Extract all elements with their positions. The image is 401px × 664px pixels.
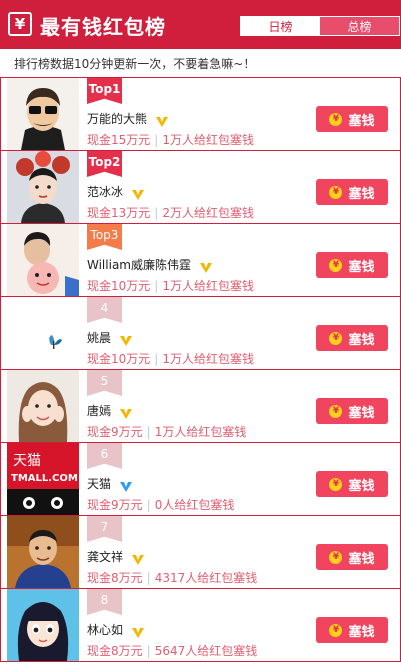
list-item: 天猫 TMALL.COM 6 天猫 现金9万元 | 0人给红包塞钱 ¥ 塞钱: [0, 443, 401, 516]
avatar-linxinru[interactable]: [7, 589, 79, 661]
divider: |: [154, 279, 159, 293]
rank-badge: Top2: [87, 151, 122, 177]
button-label: 塞钱: [348, 405, 375, 421]
yen-logo-icon: ¥: [8, 12, 32, 36]
cash-amount: 现金13万元: [87, 206, 151, 220]
list-item: 4 姚晨 现金10万元 | 1万人给红包塞钱 ¥ 塞钱: [0, 297, 401, 370]
user-name[interactable]: 万能的大熊: [87, 110, 147, 127]
cash-amount: 现金9万元: [87, 425, 143, 439]
button-label: 塞钱: [348, 332, 375, 348]
yen-coin-icon: ¥: [329, 404, 343, 418]
divider: |: [154, 352, 159, 366]
user-name[interactable]: 天猫: [87, 475, 111, 492]
divider: |: [146, 425, 151, 439]
add-money-button[interactable]: ¥ 塞钱: [316, 252, 388, 278]
user-name[interactable]: William威廉陈伟霆: [87, 256, 191, 273]
donor-count: 1万人给红包塞钱: [162, 352, 254, 366]
tmall-logo-en: TMALL.COM: [11, 473, 78, 484]
verified-v-icon: [119, 405, 133, 419]
list-item: Top2 范冰冰 现金13万元 | 2万人给红包塞钱 ¥ 塞钱: [0, 151, 401, 224]
cash-amount: 现金10万元: [87, 279, 151, 293]
yen-coin-icon: ¥: [329, 331, 343, 345]
list-item: 7 龚文祥 现金8万元 | 4317人给红包塞钱 ¥ 塞钱: [0, 516, 401, 589]
yen-coin-icon: ¥: [329, 112, 343, 126]
rank-badge: Top1: [87, 78, 122, 104]
add-money-button[interactable]: ¥ 塞钱: [316, 325, 388, 351]
list-item: 5 唐嫣 现金9万元 | 1万人给红包塞钱 ¥ 塞钱: [0, 370, 401, 443]
add-money-button[interactable]: ¥ 塞钱: [316, 617, 388, 643]
verified-v-icon: [131, 186, 145, 200]
add-money-button[interactable]: ¥ 塞钱: [316, 544, 388, 570]
divider: |: [146, 571, 151, 585]
divider: |: [154, 133, 159, 147]
donor-count: 4317人给红包塞钱: [154, 571, 258, 585]
button-label: 塞钱: [348, 259, 375, 275]
user-name[interactable]: 范冰冰: [87, 183, 123, 200]
button-label: 塞钱: [348, 113, 375, 129]
update-notice: 排行榜数据10分钟更新一次，不要着急嘛~！: [0, 48, 401, 78]
cash-amount: 现金8万元: [87, 644, 143, 658]
user-name[interactable]: 龚文祥: [87, 548, 123, 565]
page-title: 最有钱红包榜: [40, 15, 166, 39]
button-label: 塞钱: [348, 478, 375, 494]
donor-count: 1万人给红包塞钱: [154, 425, 247, 439]
yen-coin-icon: ¥: [329, 477, 343, 491]
ranking-tabs: 日榜 总榜: [240, 16, 400, 36]
tab-total[interactable]: 总榜: [320, 17, 399, 35]
cash-amount: 现金9万元: [87, 498, 143, 512]
avatar-yaochen[interactable]: [7, 297, 79, 369]
donor-count: 1万人给红包塞钱: [162, 133, 254, 147]
button-label: 塞钱: [348, 624, 375, 640]
yen-coin-icon: ¥: [329, 258, 343, 272]
verified-v-icon: [119, 478, 133, 492]
user-name[interactable]: 唐嫣: [87, 402, 111, 419]
rank-badge: 6: [87, 443, 122, 469]
yen-coin-icon: ¥: [329, 623, 343, 637]
rank-badge: 4: [87, 297, 122, 323]
cash-amount: 现金10万元: [87, 352, 151, 366]
button-label: 塞钱: [348, 551, 375, 567]
yen-coin-icon: ¥: [329, 550, 343, 564]
donor-count: 2万人给红包塞钱: [162, 206, 254, 220]
yen-coin-icon: ¥: [329, 185, 343, 199]
avatar-fanbingbing[interactable]: [7, 151, 79, 223]
verified-v-icon: [131, 624, 145, 638]
header-bar: ¥ 最有钱红包榜 日榜 总榜: [0, 0, 401, 48]
list-item: 8 林心如 现金8万元 | 5647人给红包塞钱 ¥ 塞钱: [0, 589, 401, 662]
avatar-dabear[interactable]: [7, 78, 79, 150]
donor-count: 1万人给红包塞钱: [162, 279, 254, 293]
avatar-tmall[interactable]: 天猫 TMALL.COM: [7, 443, 79, 515]
add-money-button[interactable]: ¥ 塞钱: [316, 179, 388, 205]
cash-amount: 现金15万元: [87, 133, 151, 147]
divider: |: [146, 498, 151, 512]
add-money-button[interactable]: ¥ 塞钱: [316, 106, 388, 132]
add-money-button[interactable]: ¥ 塞钱: [316, 398, 388, 424]
user-name[interactable]: 林心如: [87, 621, 123, 638]
rank-badge: 5: [87, 370, 122, 396]
rank-badge: 8: [87, 589, 122, 615]
verified-v-icon: [199, 259, 213, 273]
donor-count: 0人给红包塞钱: [154, 498, 235, 512]
avatar-gongwenxiang[interactable]: [7, 516, 79, 588]
add-money-button[interactable]: ¥ 塞钱: [316, 471, 388, 497]
user-name[interactable]: 姚晨: [87, 329, 111, 346]
rank-badge: 7: [87, 516, 122, 542]
divider: |: [146, 644, 151, 658]
verified-v-icon: [131, 551, 145, 565]
avatar-william[interactable]: [7, 224, 79, 296]
verified-v-icon: [119, 332, 133, 346]
ranking-list: Top1 万能的大熊 现金15万元 | 1万人给红包塞钱 ¥ 塞钱 Top2 范…: [0, 78, 401, 662]
tmall-logo-cn: 天猫: [13, 453, 41, 469]
donor-count: 5647人给红包塞钱: [154, 644, 258, 658]
tab-daily[interactable]: 日榜: [241, 17, 320, 35]
list-item: Top3 William威廉陈伟霆 现金10万元 | 1万人给红包塞钱 ¥ 塞钱: [0, 224, 401, 297]
cash-amount: 现金8万元: [87, 571, 143, 585]
list-item: Top1 万能的大熊 现金15万元 | 1万人给红包塞钱 ¥ 塞钱: [0, 78, 401, 151]
verified-v-icon: [155, 113, 169, 127]
divider: |: [154, 206, 159, 220]
avatar-tangyan[interactable]: [7, 370, 79, 442]
button-label: 塞钱: [348, 186, 375, 202]
rank-badge: Top3: [87, 224, 122, 250]
